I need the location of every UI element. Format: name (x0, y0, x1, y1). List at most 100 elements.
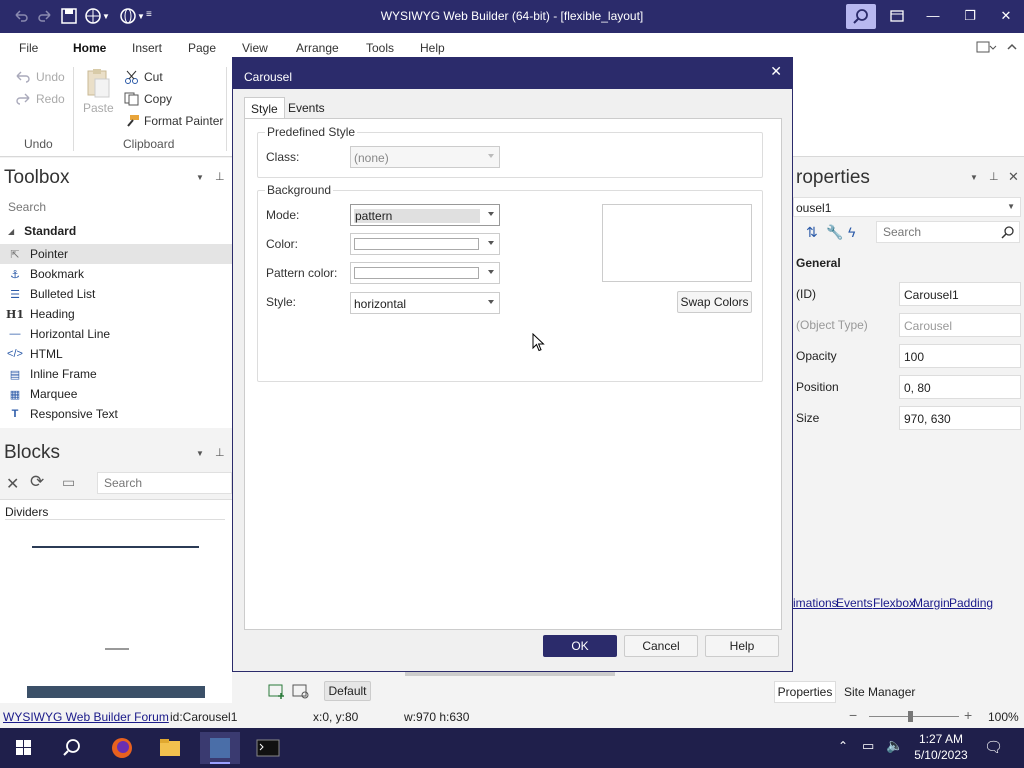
pattern-color-picker[interactable] (350, 262, 500, 284)
toolbox-item-heading[interactable]: H1 Heading (0, 304, 232, 324)
tab-view[interactable]: View (242, 41, 268, 55)
pattern-color-swatch (354, 267, 479, 279)
properties-close-icon[interactable]: ✕ (1008, 169, 1019, 185)
link-events[interactable]: Events (836, 596, 873, 610)
divider-block-preview[interactable] (105, 648, 129, 650)
zoom-in-icon[interactable]: + (964, 707, 972, 723)
prop-value-id[interactable]: Carousel1 (899, 282, 1021, 306)
object-selector[interactable]: ousel1 ▼ (793, 197, 1021, 217)
toolbox-menu-icon[interactable]: ▼ (196, 173, 204, 182)
tab-help[interactable]: Help (420, 41, 445, 55)
link-margin[interactable]: Margin (913, 596, 950, 610)
ribbon-collapse-icon[interactable] (1004, 39, 1020, 55)
divider-block-preview[interactable] (27, 686, 205, 698)
prop-value-opacity[interactable]: 100 (899, 344, 1021, 368)
refresh-icon[interactable]: ⟳ (30, 472, 44, 492)
zoom-slider[interactable] (869, 716, 959, 717)
zoom-slider-thumb[interactable] (908, 711, 913, 722)
link-animations[interactable]: imations (793, 596, 838, 610)
help-button[interactable]: Help (705, 635, 779, 657)
close-button[interactable]: ✕ (995, 6, 1017, 26)
forum-link[interactable]: WYSIWYG Web Builder Forum (3, 710, 169, 724)
toolbox-search-input[interactable]: Search (2, 197, 232, 219)
toolbox-item-inline-frame[interactable]: ▤ Inline Frame (0, 364, 232, 384)
start-button[interactable] (4, 732, 44, 764)
terminal-icon[interactable] (248, 732, 288, 764)
default-breakpoint-button[interactable]: Default (324, 681, 371, 701)
tab-home[interactable]: Home (73, 41, 106, 55)
toolbox-item-bulleted-list[interactable]: ☰ Bulleted List (0, 284, 232, 304)
format-painter-button[interactable]: Format Painter (124, 114, 223, 128)
close-icon[interactable]: ✕ (6, 474, 19, 494)
copy-button[interactable]: Copy (124, 92, 172, 106)
sort-icon[interactable]: ⇅ (806, 224, 818, 241)
properties-menu-icon[interactable]: ▼ (970, 173, 978, 182)
divider-block-preview[interactable] (32, 546, 199, 548)
undo-button[interactable]: Undo (14, 70, 65, 84)
page-settings-icon[interactable] (292, 683, 310, 699)
toolbox-item-html[interactable]: </> HTML (0, 344, 232, 364)
tab-events[interactable]: Events (282, 97, 331, 119)
search-button[interactable] (846, 4, 876, 29)
ok-button[interactable]: OK (543, 635, 617, 657)
toolbox-item-responsive-text[interactable]: T Responsive Text (0, 404, 232, 424)
tab-insert[interactable]: Insert (132, 41, 162, 55)
cancel-button[interactable]: Cancel (624, 635, 698, 657)
tab-site-manager[interactable]: Site Manager (844, 685, 915, 699)
toolbox-item-label: Inline Frame (30, 367, 97, 381)
heading-icon: H1 (5, 307, 25, 321)
toolbox-item-horizontal-line[interactable]: — Horizontal Line (0, 324, 232, 344)
notifications-icon[interactable]: 🗨 (984, 738, 1003, 756)
ribbon-display-icon[interactable] (886, 6, 908, 26)
file-explorer-icon[interactable] (150, 732, 190, 764)
prop-value-position[interactable]: 0, 80 (899, 375, 1021, 399)
marquee-icon: ▦ (9, 388, 21, 401)
folder-icon[interactable]: ▭ (62, 474, 75, 491)
blocks-search-input[interactable]: Search (97, 472, 232, 494)
properties-search-input[interactable]: Search (876, 221, 1020, 243)
prop-value-size[interactable]: 970, 630 (899, 406, 1021, 430)
redo-button[interactable]: Redo (14, 92, 65, 106)
wysiwyg-builder-taskbar-icon[interactable] (200, 732, 240, 764)
toolbox-category[interactable]: ◢ Standard (0, 222, 232, 240)
firefox-icon[interactable] (102, 732, 142, 764)
class-select[interactable]: (none) (350, 146, 500, 168)
paste-button[interactable]: Paste (83, 67, 114, 115)
network-icon[interactable]: ▭ (862, 738, 874, 754)
link-padding[interactable]: Padding (949, 596, 993, 610)
blocks-pin-icon[interactable]: ⊥ (215, 446, 225, 459)
horizontal-scrollbar[interactable] (405, 672, 615, 676)
tab-arrange[interactable]: Arrange (296, 41, 339, 55)
tab-page[interactable]: Page (188, 41, 216, 55)
link-flexbox[interactable]: Flexbox (873, 596, 915, 610)
tab-tools[interactable]: Tools (366, 41, 394, 55)
properties-pin-icon[interactable]: ⊥ (989, 170, 999, 183)
tab-style[interactable]: Style (244, 97, 285, 119)
toolbox-item-marquee[interactable]: ▦ Marquee (0, 384, 232, 404)
search-icon[interactable] (52, 732, 92, 764)
swap-colors-button[interactable]: Swap Colors (677, 291, 752, 313)
tray-expand-icon[interactable]: ⌃ (838, 739, 848, 753)
background-title: Background (265, 183, 334, 197)
wrench-icon[interactable]: 🔧 (826, 224, 843, 241)
volume-icon[interactable]: 🔈 (886, 737, 903, 754)
blocks-menu-icon[interactable]: ▼ (196, 449, 204, 458)
mode-select[interactable]: pattern (350, 204, 500, 226)
color-picker[interactable] (350, 233, 500, 255)
events-icon[interactable]: ϟ (848, 224, 855, 240)
toolbox-item-bookmark[interactable]: ⚓ Bookmark (0, 264, 232, 284)
ribbon-options-icon[interactable] (975, 39, 999, 55)
clock[interactable]: 1:27 AM 5/10/2023 (912, 731, 970, 763)
dialog-close-icon[interactable]: ✕ (770, 63, 782, 80)
toolbox-item-pointer[interactable]: ⇱ Pointer (0, 244, 232, 264)
zoom-out-icon[interactable]: − (849, 707, 857, 723)
copy-label: Copy (144, 92, 173, 106)
toolbox-pin-icon[interactable]: ⊥ (215, 170, 225, 183)
tab-file[interactable]: File (19, 41, 38, 55)
minimize-button[interactable]: — (922, 6, 944, 26)
cut-button[interactable]: Cut (124, 70, 163, 84)
add-page-icon[interactable] (268, 683, 286, 699)
tab-properties[interactable]: Properties (774, 681, 836, 703)
style-select[interactable]: horizontal (350, 292, 500, 314)
restore-button[interactable]: ❐ (959, 6, 981, 26)
